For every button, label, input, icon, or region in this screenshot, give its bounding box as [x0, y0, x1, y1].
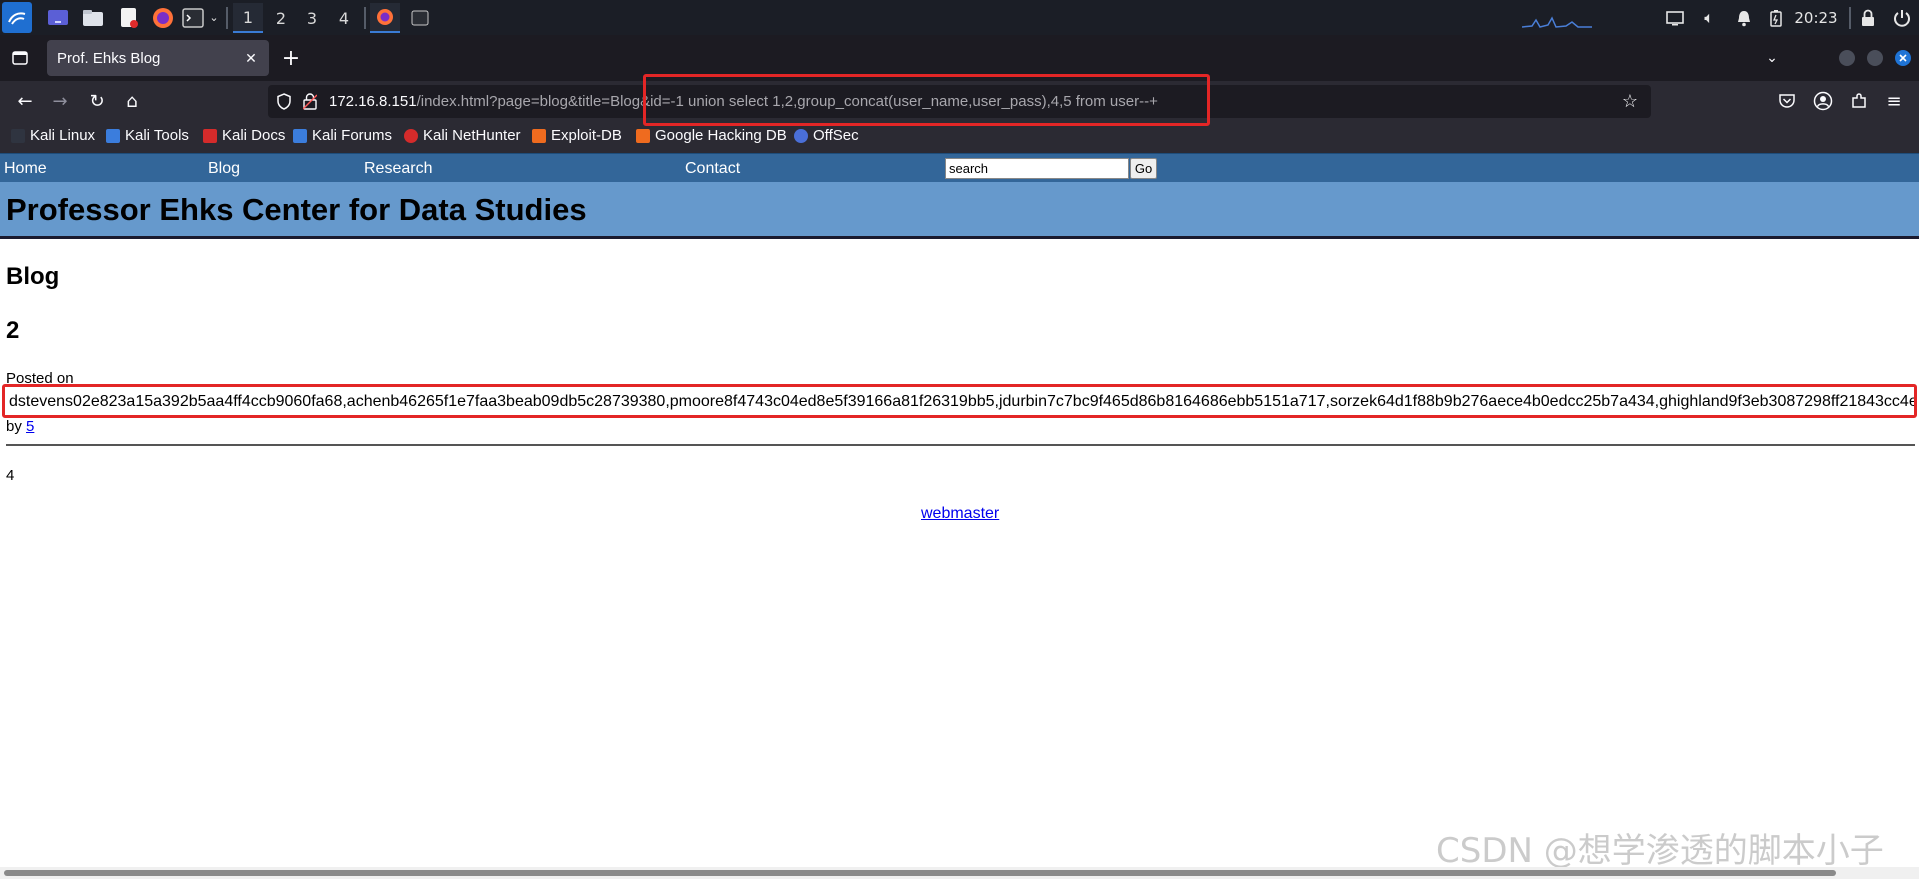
battery-icon[interactable] — [1767, 5, 1785, 30]
search-input[interactable] — [945, 158, 1129, 179]
firefox-window-button[interactable] — [370, 3, 400, 33]
panel-separator — [226, 7, 228, 29]
bookmark-kali-linux[interactable]: Kali Linux — [11, 127, 95, 144]
site-title: Professor Ehks Center for Data Studies — [6, 192, 587, 227]
credentials-dump: dstevens02e823a15a392b5aa4ff4ccb9060fa68… — [9, 393, 1917, 410]
terminal-window-button[interactable] — [405, 3, 435, 33]
kali-menu-icon[interactable] — [2, 2, 32, 33]
hamburger-menu-icon[interactable]: ≡ — [1880, 87, 1908, 115]
kali-icon — [11, 128, 25, 143]
close-icon — [1899, 54, 1907, 62]
url-injection-highlight — [643, 74, 1210, 126]
divider — [6, 444, 1915, 446]
horizontal-scrollbar[interactable] — [0, 867, 1919, 879]
kali-docs-icon — [203, 128, 217, 143]
tab-prof-ehks-blog[interactable]: Prof. Ehks Blog ✕ — [47, 40, 269, 76]
tab-title: Prof. Ehks Blog — [57, 49, 161, 67]
firefox-icon[interactable] — [151, 5, 175, 30]
post-content: 4 — [6, 467, 15, 484]
tab-list-chevron-icon[interactable]: ⌄ — [1760, 46, 1784, 70]
nav-link-research[interactable]: Research — [364, 160, 432, 178]
workspace-3[interactable]: 3 — [297, 3, 327, 33]
file-manager-icon[interactable] — [81, 5, 105, 30]
credentials-dump-highlight: dstevens02e823a15a392b5aa4ff4ccb9060fa68… — [2, 384, 1917, 418]
home-icon[interactable]: ⌂ — [118, 87, 146, 115]
webmaster-link[interactable]: webmaster — [921, 505, 999, 523]
reload-icon[interactable]: ↻ — [83, 87, 111, 115]
maximize-button[interactable] — [1867, 50, 1883, 66]
minimize-button[interactable] — [1839, 50, 1855, 66]
scrollbar-thumb[interactable] — [4, 870, 1836, 876]
volume-icon[interactable]: 🔈︎ — [1698, 5, 1720, 30]
post-title: 2 — [6, 317, 20, 344]
desktop-icon[interactable] — [46, 5, 70, 30]
display-icon[interactable] — [1664, 5, 1686, 30]
nav-link-home[interactable]: Home — [4, 160, 47, 178]
firefox-view-icon[interactable] — [8, 46, 32, 70]
workspace-4[interactable]: 4 — [329, 3, 359, 33]
clock[interactable]: 20:23 — [1793, 5, 1839, 30]
bookmark-offsec[interactable]: OffSec — [794, 127, 859, 144]
lock-icon[interactable] — [1858, 5, 1878, 30]
by-line: by 5 — [6, 418, 34, 435]
by-label: by — [6, 418, 22, 435]
power-icon[interactable] — [1891, 5, 1913, 30]
section-heading: Blog — [6, 263, 60, 290]
bell-icon[interactable] — [1733, 5, 1755, 30]
chevron-down-icon[interactable]: ⌄ — [207, 5, 221, 30]
nav-link-contact[interactable]: Contact — [685, 160, 740, 178]
insecure-lock-icon[interactable] — [303, 93, 317, 110]
bookmark-exploit-db[interactable]: Exploit-DB — [532, 127, 622, 144]
bookmark-kali-tools[interactable]: Kali Tools — [106, 127, 189, 144]
ghdb-icon — [636, 128, 650, 143]
author-link[interactable]: 5 — [26, 418, 34, 435]
bookmark-kali-forums[interactable]: Kali Forums — [293, 127, 392, 144]
pocket-icon[interactable] — [1773, 87, 1801, 115]
bookmark-star-icon[interactable]: ☆ — [1617, 88, 1643, 114]
extensions-icon[interactable] — [1845, 87, 1873, 115]
site-navigation: Home Blog Research Contact Go — [0, 153, 1919, 182]
bookmark-kali-nethunter[interactable]: Kali NetHunter — [404, 127, 521, 144]
back-arrow-icon[interactable]: ← — [11, 87, 39, 115]
firefox-icon — [377, 9, 393, 25]
account-icon[interactable] — [1809, 87, 1837, 115]
exploit-db-icon — [532, 128, 546, 143]
search-go-button[interactable]: Go — [1130, 158, 1157, 179]
forward-arrow-icon[interactable]: → — [46, 87, 74, 115]
text-editor-icon[interactable] — [117, 5, 141, 30]
bookmark-google-hacking-db[interactable]: Google Hacking DB — [636, 127, 787, 144]
web-page: Home Blog Research Contact Go Professor … — [0, 153, 1919, 879]
site-header: Professor Ehks Center for Data Studies — [0, 182, 1919, 239]
bookmark-kali-docs[interactable]: Kali Docs — [203, 127, 285, 144]
close-icon[interactable]: ✕ — [241, 48, 261, 68]
new-tab-icon[interactable]: + — [279, 46, 303, 71]
nethunter-icon — [404, 128, 418, 143]
nav-link-blog[interactable]: Blog — [208, 160, 240, 178]
shield-icon[interactable] — [276, 93, 292, 110]
workspace-2[interactable]: 2 — [266, 3, 296, 33]
terminal-icon[interactable] — [181, 5, 205, 30]
offsec-icon — [794, 128, 808, 143]
close-window-button[interactable] — [1895, 50, 1911, 66]
workspace-1[interactable]: 1 — [233, 3, 263, 33]
panel-separator — [364, 7, 366, 29]
kali-forums-icon — [293, 128, 307, 143]
terminal-icon — [411, 10, 429, 26]
panel-separator — [1849, 7, 1851, 29]
system-taskbar: ⌄ 1 2 3 4 🔈︎ 20:23 — [0, 0, 1919, 35]
cpu-graph — [1522, 5, 1592, 30]
kali-tools-icon — [106, 128, 120, 143]
watermark: CSDN @想学渗透的脚本小子 — [1436, 831, 1884, 871]
